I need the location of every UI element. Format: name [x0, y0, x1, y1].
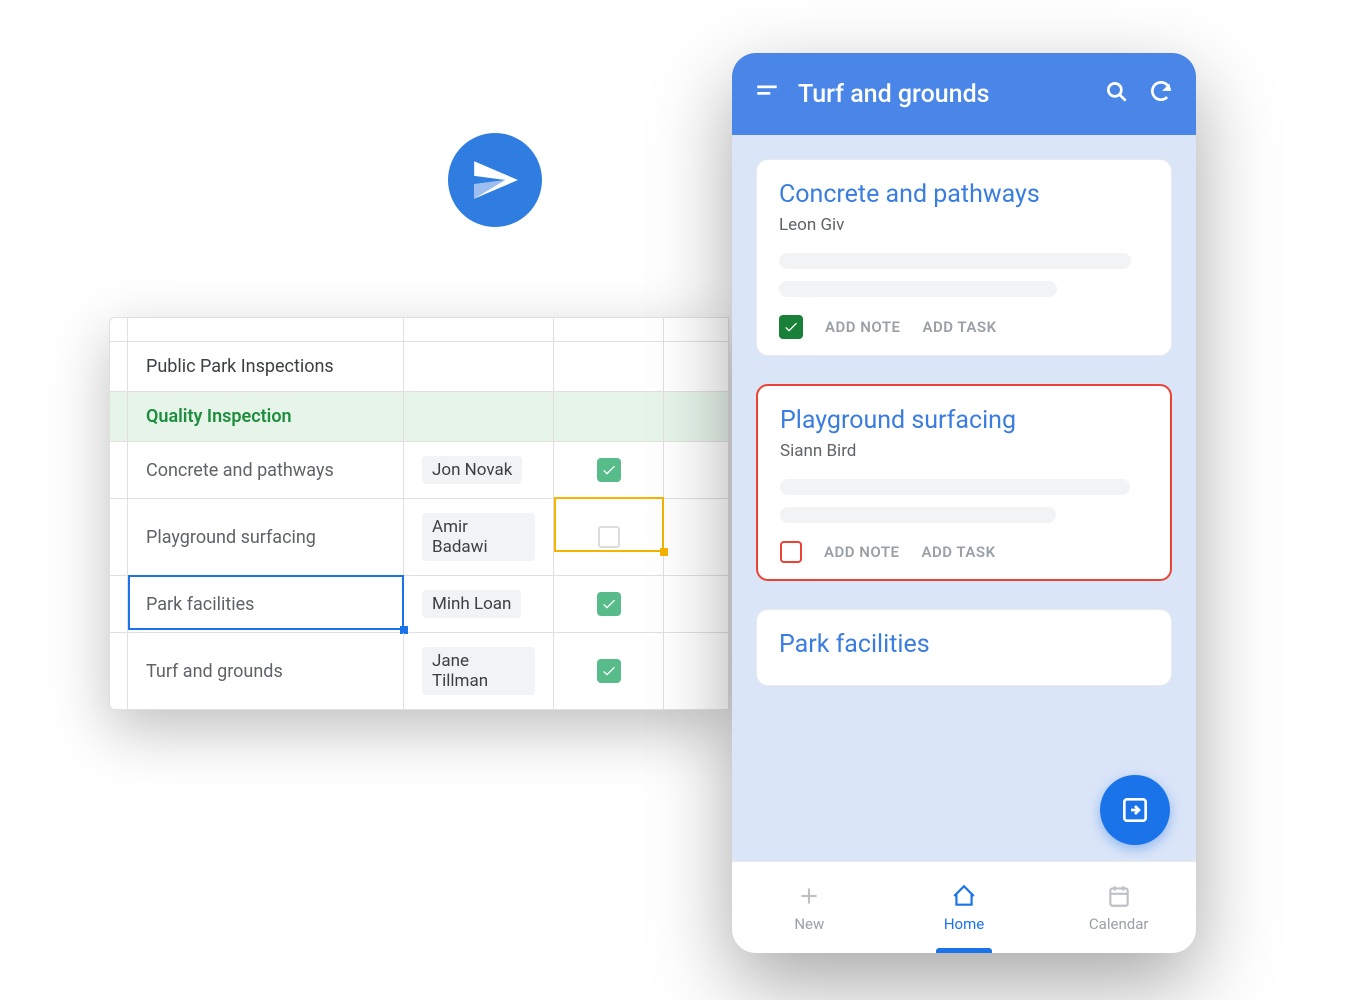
inspection-item[interactable]: Park facilities [128, 576, 404, 632]
skeleton-line [780, 479, 1130, 495]
card-title: Park facilities [779, 630, 1149, 659]
sheet-title-row: Public Park Inspections [110, 342, 728, 392]
sheet-section[interactable]: Quality Inspection [128, 392, 404, 441]
sheet-header-row [110, 318, 728, 342]
checkbox-checked-icon[interactable] [597, 659, 621, 683]
sheet-title[interactable]: Public Park Inspections [128, 342, 404, 391]
nav-active-indicator [936, 948, 992, 953]
table-row: Playground surfacing Amir Badawi [110, 499, 728, 576]
inspection-item[interactable]: Concrete and pathways [128, 442, 404, 498]
mobile-content[interactable]: Concrete and pathways Leon Giv ADD NOTE … [732, 135, 1196, 861]
mobile-header-title: Turf and grounds [798, 80, 1086, 109]
nav-label: Calendar [1089, 915, 1149, 933]
person-chip[interactable]: Minh Loan [422, 590, 521, 618]
refresh-icon[interactable] [1148, 79, 1174, 109]
person-chip[interactable]: Jon Novak [422, 456, 522, 484]
menu-icon[interactable] [754, 79, 780, 109]
table-row: Turf and grounds Jane Tillman [110, 633, 728, 709]
nav-label: Home [944, 915, 984, 933]
person-chip[interactable]: Amir Badawi [422, 513, 535, 561]
add-task-button[interactable]: ADD TASK [923, 318, 997, 336]
inspection-item[interactable]: Turf and grounds [128, 633, 404, 709]
person-chip[interactable]: Jane Tillman [422, 647, 535, 695]
skeleton-line [779, 253, 1131, 269]
paper-plane-icon [448, 133, 542, 227]
card-title: Concrete and pathways [779, 180, 1149, 209]
checkbox-checked-icon[interactable] [597, 592, 621, 616]
nav-new[interactable]: New [732, 862, 887, 953]
table-row: Park facilities Minh Loan [110, 576, 728, 633]
checkbox-checked-icon[interactable] [779, 315, 803, 339]
card-assignee: Leon Giv [779, 215, 1149, 235]
checkbox-checked-icon[interactable] [597, 458, 621, 482]
card-assignee: Siann Bird [780, 441, 1148, 461]
skeleton-line [779, 281, 1057, 297]
nav-home[interactable]: Home [887, 862, 1042, 953]
skeleton-line [780, 507, 1056, 523]
inspection-card[interactable]: Concrete and pathways Leon Giv ADD NOTE … [756, 159, 1172, 356]
table-row: Concrete and pathways Jon Novak [110, 442, 728, 499]
add-task-button[interactable]: ADD TASK [922, 543, 996, 561]
nav-calendar[interactable]: Calendar [1041, 862, 1196, 953]
checkbox-unchecked-icon[interactable] [598, 526, 620, 548]
sheet-section-row: Quality Inspection [110, 392, 728, 442]
inspection-card-alert[interactable]: Playground surfacing Siann Bird ADD NOTE… [756, 384, 1172, 581]
add-note-button[interactable]: ADD NOTE [824, 543, 900, 561]
mobile-header: Turf and grounds [732, 53, 1196, 135]
checkbox-unchecked-icon[interactable] [780, 541, 802, 563]
mobile-device: Turf and grounds Concrete and pathways L… [732, 53, 1196, 953]
fab-button[interactable] [1100, 775, 1170, 845]
mobile-bottom-nav: New Home Calendar [732, 861, 1196, 953]
search-icon[interactable] [1104, 79, 1130, 109]
selection-handle [660, 548, 668, 556]
inspection-card[interactable]: Park facilities [756, 609, 1172, 686]
card-title: Playground surfacing [780, 406, 1148, 435]
add-note-button[interactable]: ADD NOTE [825, 318, 901, 336]
nav-label: New [794, 915, 824, 933]
spreadsheet-panel: Public Park Inspections Quality Inspecti… [109, 317, 729, 710]
inspection-item[interactable]: Playground surfacing [128, 499, 404, 575]
